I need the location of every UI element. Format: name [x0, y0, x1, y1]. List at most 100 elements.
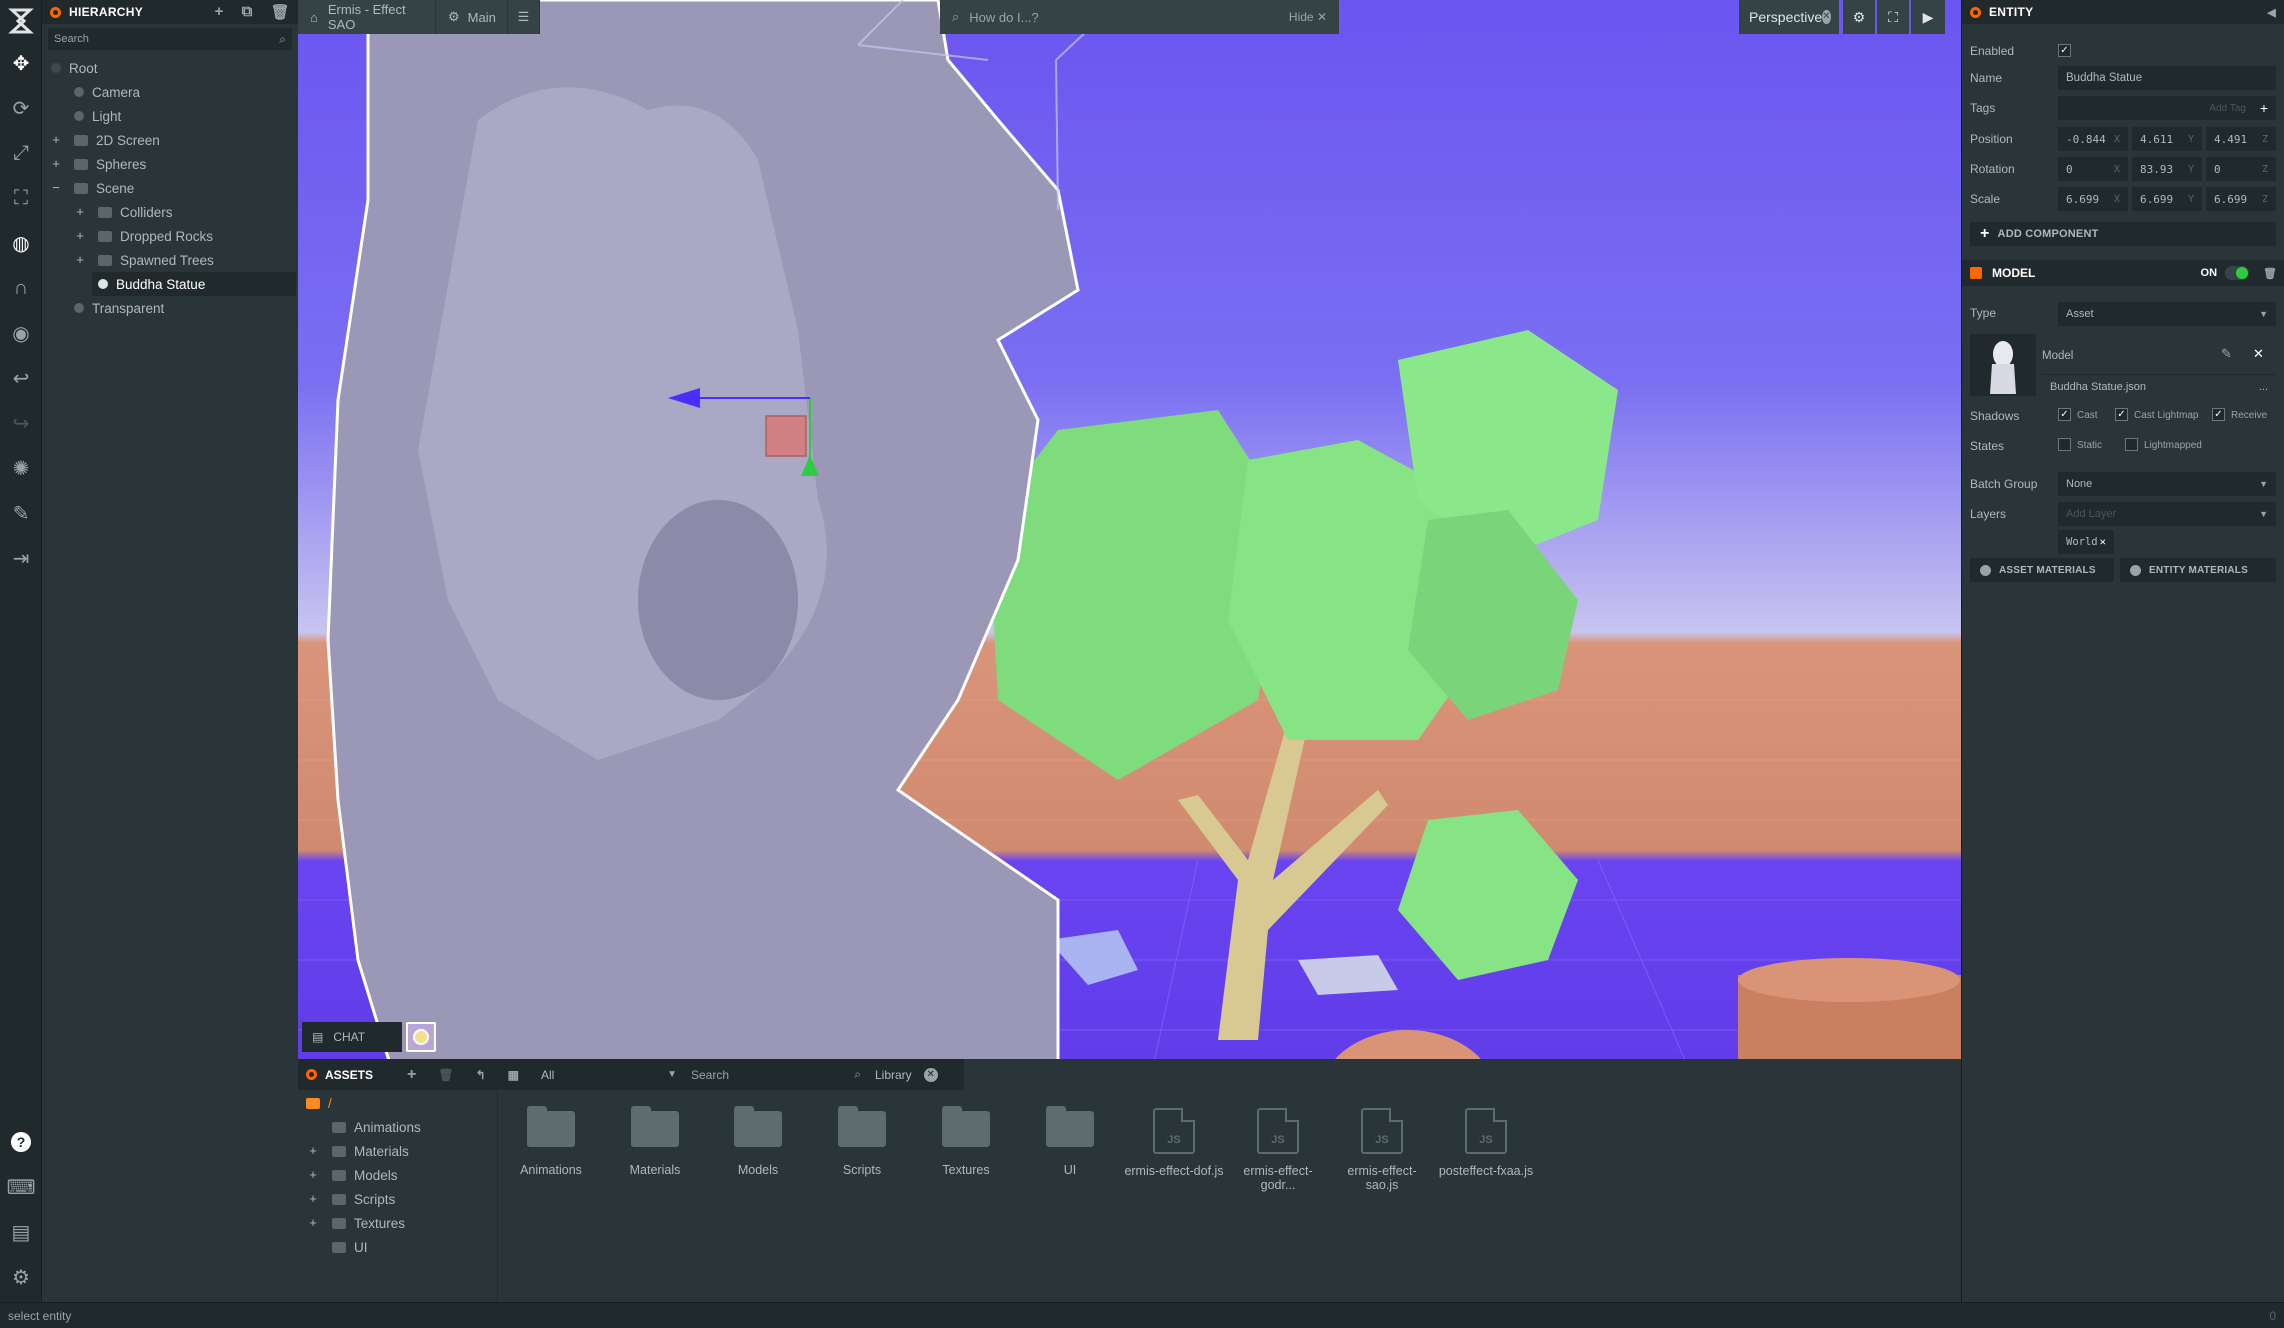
- clear-model-icon[interactable]: ✕: [2253, 346, 2264, 362]
- tree-item-light[interactable]: Light: [74, 104, 121, 128]
- duplicate-entity-icon[interactable]: ⧉: [242, 3, 253, 21]
- asset-folder-textures[interactable]: Textures: [916, 1106, 1016, 1177]
- tree-item-spheres[interactable]: Spheres: [74, 152, 146, 176]
- publish-icon[interactable]: ⇥: [4, 541, 38, 575]
- static-checkbox[interactable]: [2058, 438, 2071, 451]
- tree-item-dropped-rocks[interactable]: Dropped Rocks: [98, 224, 213, 248]
- assets-tree-animations[interactable]: Animations: [332, 1115, 421, 1139]
- batch-group-select[interactable]: None ▼: [2058, 472, 2276, 496]
- move-up-icon[interactable]: ↰: [476, 1068, 486, 1082]
- model-component-header[interactable]: MODEL ON 🗑: [1962, 260, 2284, 286]
- cast-shadows-checkbox[interactable]: ✓: [2058, 408, 2071, 421]
- translate-tool-icon[interactable]: ✥: [4, 46, 38, 80]
- editor-settings-button[interactable]: ⚙: [1843, 0, 1875, 34]
- model-asset-field[interactable]: Buddha Statue.json ...: [2042, 374, 2276, 398]
- asset-folder-models[interactable]: Models: [708, 1106, 808, 1177]
- keyboard-shortcuts-icon[interactable]: ⌨: [4, 1170, 38, 1204]
- tree-item-camera[interactable]: Camera: [74, 80, 140, 104]
- asset-script-godrays[interactable]: JS ermis-effect-godr...: [1228, 1108, 1328, 1192]
- assets-tree-materials[interactable]: Materials: [332, 1139, 409, 1163]
- asset-search-input[interactable]: Search ⌕: [691, 1064, 861, 1086]
- scale-x-input[interactable]: 6.699 X: [2058, 187, 2128, 211]
- position-x-input[interactable]: -0.844 X: [2058, 127, 2128, 151]
- tree-item-spawned-trees[interactable]: Spawned Trees: [98, 248, 214, 272]
- expand-icon[interactable]: +: [50, 133, 62, 146]
- model-type-select[interactable]: Asset ▼: [2058, 302, 2276, 326]
- expand-icon[interactable]: +: [74, 205, 86, 218]
- rotation-y-input[interactable]: 83.93 Y: [2132, 157, 2202, 181]
- asset-folder-ui[interactable]: UI: [1020, 1106, 1120, 1177]
- scene-viewport[interactable]: ⌂ Ermis - Effect SAO ⚙ Main ☰ ⌕ How do I…: [298, 0, 1961, 1090]
- asset-script-dof[interactable]: JS ermis-effect-dof.js: [1124, 1108, 1224, 1178]
- expand-icon[interactable]: +: [307, 1168, 319, 1181]
- chat-tab[interactable]: ▤ CHAT: [302, 1022, 402, 1052]
- add-tag-icon[interactable]: +: [2260, 100, 2268, 116]
- hierarchy-search-input[interactable]: Search ⌕: [48, 28, 292, 50]
- edit-model-icon[interactable]: ✎: [2221, 346, 2232, 362]
- camera-selector[interactable]: Perspective ✕: [1739, 0, 1839, 34]
- model-asset-thumbnail[interactable]: [1970, 334, 2036, 396]
- resize-tool-icon[interactable]: ⛶: [4, 181, 38, 215]
- lightmapped-checkbox[interactable]: [2125, 438, 2138, 451]
- tree-item-root[interactable]: Root: [51, 56, 98, 80]
- add-asset-icon[interactable]: +: [407, 1066, 416, 1084]
- entity-name-input[interactable]: Buddha Statue: [2058, 66, 2276, 90]
- how-do-i-search[interactable]: ⌕ How do I...? Hide ✕: [940, 0, 1339, 34]
- delete-entity-icon[interactable]: 🗑: [271, 3, 290, 21]
- scale-y-input[interactable]: 6.699 Y: [2132, 187, 2202, 211]
- expand-icon[interactable]: +: [74, 253, 86, 266]
- expand-icon[interactable]: +: [307, 1144, 319, 1157]
- delete-asset-icon[interactable]: 🗑: [438, 1068, 453, 1082]
- asset-script-fxaa[interactable]: JS posteffect-fxaa.js: [1436, 1108, 1536, 1178]
- redo-icon[interactable]: ↪: [4, 406, 38, 440]
- launch-button[interactable]: ▶: [1911, 0, 1945, 34]
- assets-root-folder[interactable]: /: [306, 1091, 332, 1115]
- project-breadcrumb[interactable]: ⌂ Ermis - Effect SAO: [298, 0, 436, 34]
- asset-filter-select[interactable]: All ▼: [541, 1064, 677, 1086]
- feedback-chat-icon[interactable]: ▤: [4, 1215, 38, 1249]
- more-options-icon[interactable]: ...: [2259, 381, 2268, 393]
- position-z-input[interactable]: 4.491 Z: [2206, 127, 2276, 151]
- tree-item-scene[interactable]: Scene: [74, 176, 134, 200]
- receive-shadows-checkbox[interactable]: ✓: [2212, 408, 2225, 421]
- tree-item-colliders[interactable]: Colliders: [98, 200, 173, 224]
- add-component-button[interactable]: + ADD COMPONENT: [1970, 222, 2276, 246]
- snap-magnet-icon[interactable]: ∩: [4, 271, 38, 305]
- collapse-panel-icon[interactable]: ◀: [2267, 6, 2276, 19]
- rotation-z-input[interactable]: 0Z: [2206, 157, 2276, 181]
- add-layer-select[interactable]: Add Layer ▼: [2058, 502, 2276, 526]
- user-avatar[interactable]: [406, 1022, 436, 1052]
- asset-materials-button[interactable]: ASSET MATERIALS: [1970, 558, 2114, 582]
- settings-gear-icon[interactable]: ⚙: [4, 1260, 38, 1294]
- lightmapper-bulb-icon[interactable]: ✺: [4, 451, 38, 485]
- help-icon[interactable]: ?: [4, 1125, 38, 1159]
- rotate-tool-icon[interactable]: ⟳: [4, 91, 38, 125]
- scene-selector[interactable]: ⚙ Main: [436, 0, 508, 34]
- asset-folder-materials[interactable]: Materials: [605, 1106, 705, 1177]
- collapse-icon[interactable]: −: [50, 181, 62, 194]
- expand-icon[interactable]: +: [307, 1192, 319, 1205]
- fullscreen-button[interactable]: ⛶: [1877, 0, 1909, 34]
- assets-tree-scripts[interactable]: Scripts: [332, 1187, 395, 1211]
- tree-item-2d-screen[interactable]: 2D Screen: [74, 128, 160, 152]
- scene-list-button[interactable]: ☰: [508, 0, 540, 34]
- rotation-x-input[interactable]: 0X: [2058, 157, 2128, 181]
- panel-collapse-icon[interactable]: [306, 1069, 317, 1080]
- add-entity-icon[interactable]: +: [215, 3, 224, 21]
- scale-z-input[interactable]: 6.699 Z: [2206, 187, 2276, 211]
- undo-icon[interactable]: ↩: [4, 361, 38, 395]
- assets-tree-models[interactable]: Models: [332, 1163, 398, 1187]
- position-y-input[interactable]: 4.611 Y: [2132, 127, 2202, 151]
- code-editor-icon[interactable]: ✎: [4, 496, 38, 530]
- tree-item-transparent[interactable]: Transparent: [74, 296, 164, 320]
- grid-view-icon[interactable]: ▦: [508, 1068, 519, 1082]
- expand-icon[interactable]: +: [74, 229, 86, 242]
- asset-script-sao[interactable]: JS ermis-effect-sao.js: [1332, 1108, 1432, 1192]
- assets-tree-ui[interactable]: UI: [332, 1235, 368, 1259]
- entity-materials-button[interactable]: ENTITY MATERIALS: [2120, 558, 2276, 582]
- cast-lightmap-checkbox[interactable]: ✓: [2115, 408, 2128, 421]
- playcanvas-logo-icon[interactable]: [4, 4, 38, 38]
- assets-tree-textures[interactable]: Textures: [332, 1211, 405, 1235]
- scale-tool-icon[interactable]: ⤢: [4, 136, 38, 170]
- enabled-checkbox[interactable]: ✓: [2058, 44, 2071, 57]
